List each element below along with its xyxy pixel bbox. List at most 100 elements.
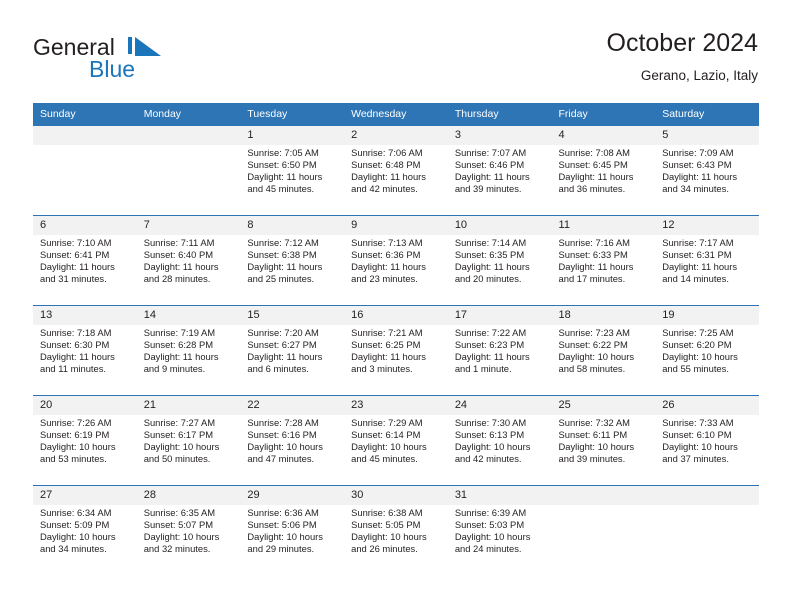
calendar-day-cell-empty [33, 125, 137, 216]
calendar-day-cell[interactable]: 16 Sunrise: 7:21 AM Sunset: 6:25 PM Dayligh… [344, 305, 448, 396]
sunset-text: Sunset: 6:43 PM [662, 159, 732, 171]
daylight-text-line1: Daylight: 11 hours [247, 171, 323, 183]
day-number: 19 [655, 306, 759, 325]
sunrise-text: Sunrise: 7:05 AM [247, 147, 319, 158]
calendar-day-cell[interactable]: 26 Sunrise: 7:33 AM Sunset: 6:10 PM Dayligh… [655, 395, 759, 486]
brand-logo[interactable]: General Blue [33, 34, 203, 84]
daylight-text-line2: and 3 minutes. [351, 363, 413, 375]
daylight-text-line2: and 36 minutes. [558, 183, 626, 195]
sunset-text: Sunset: 6:35 PM [454, 249, 525, 261]
sunrise-text: Sunrise: 6:38 AM [351, 507, 423, 518]
sunrise-text: Sunrise: 7:26 AM [40, 417, 112, 428]
calendar-day-cell[interactable]: 17 Sunrise: 7:22 AM Sunset: 6:23 PM Dayligh… [447, 305, 552, 396]
sunset-text: Sunset: 6:27 PM [247, 339, 317, 351]
calendar-day-cell[interactable]: 28 Sunrise: 6:35 AM Sunset: 5:07 PM Dayligh… [136, 485, 241, 575]
day-details: Sunrise: 7:06 AM Sunset: 6:48 PM Daylight:… [344, 145, 448, 195]
day-number: 5 [655, 126, 759, 145]
daylight-text-line1: Daylight: 10 hours [351, 441, 427, 453]
sunset-text: Sunset: 6:17 PM [143, 429, 214, 441]
calendar-day-cell[interactable]: 10 Sunrise: 7:14 AM Sunset: 6:35 PM Dayligh… [447, 215, 552, 306]
calendar-day-cell[interactable]: 4 Sunrise: 7:08 AM Sunset: 6:45 PM Daylight… [551, 125, 656, 216]
calendar-day-cell[interactable]: 7 Sunrise: 7:11 AM Sunset: 6:40 PM Daylight… [136, 215, 241, 306]
sunrise-text: Sunrise: 7:16 AM [558, 237, 630, 248]
daylight-text-line2: and 58 minutes. [558, 363, 626, 375]
sunset-text: Sunset: 6:28 PM [143, 339, 214, 351]
calendar-day-cell[interactable]: 18 Sunrise: 7:23 AM Sunset: 6:22 PM Dayligh… [551, 305, 656, 396]
calendar-day-cell-empty [551, 485, 656, 575]
daylight-text-line1: Daylight: 10 hours [454, 531, 531, 543]
sunrise-text: Sunrise: 6:35 AM [143, 507, 216, 518]
day-number: 29 [240, 486, 345, 505]
weekday-header-wednesday: Wednesday [344, 103, 448, 126]
daylight-text-line1: Daylight: 11 hours [558, 261, 634, 273]
calendar-day-cell[interactable]: 5 Sunrise: 7:09 AM Sunset: 6:43 PM Daylight… [655, 125, 759, 216]
sunrise-text: Sunrise: 7:23 AM [558, 327, 630, 338]
day-number: 27 [33, 486, 137, 505]
day-details: Sunrise: 7:07 AM Sunset: 6:46 PM Daylight:… [448, 145, 552, 195]
calendar-day-cell[interactable]: 30 Sunrise: 6:38 AM Sunset: 5:05 PM Dayligh… [344, 485, 448, 575]
calendar-day-cell-empty [136, 125, 241, 216]
sunrise-text: Sunrise: 7:33 AM [662, 417, 734, 428]
daylight-text-line1: Daylight: 11 hours [40, 351, 115, 363]
sunrise-text: Sunrise: 7:30 AM [454, 417, 527, 428]
day-details: Sunrise: 7:23 AM Sunset: 6:22 PM Daylight:… [552, 325, 656, 375]
sunset-text: Sunset: 6:13 PM [454, 429, 525, 441]
day-number: 20 [33, 396, 137, 415]
calendar-day-cell[interactable]: 25 Sunrise: 7:32 AM Sunset: 6:11 PM Dayligh… [551, 395, 656, 486]
daylight-text-line2: and 34 minutes. [40, 543, 107, 555]
day-number: 14 [136, 306, 241, 325]
day-number: 16 [344, 306, 448, 325]
day-details: Sunrise: 7:30 AM Sunset: 6:13 PM Daylight:… [448, 415, 552, 465]
calendar-day-cell[interactable]: 2 Sunrise: 7:06 AM Sunset: 6:48 PM Daylight… [344, 125, 448, 216]
calendar-day-cell[interactable]: 3 Sunrise: 7:07 AM Sunset: 6:46 PM Daylight… [447, 125, 552, 216]
daylight-text-line2: and 28 minutes. [143, 273, 211, 285]
calendar-week-row: 1 Sunrise: 7:05 AM Sunset: 6:50 PM Daylight… [33, 125, 759, 216]
calendar-day-cell[interactable]: 27 Sunrise: 6:34 AM Sunset: 5:09 PM Dayligh… [33, 485, 137, 575]
page-header: General Blue October 2024 Gerano, Lazio,… [0, 0, 792, 100]
calendar-day-cell[interactable]: 6 Sunrise: 7:10 AM Sunset: 6:41 PM Daylight… [33, 215, 137, 306]
calendar-day-cell[interactable]: 15 Sunrise: 7:20 AM Sunset: 6:27 PM Dayligh… [240, 305, 345, 396]
calendar-day-cell[interactable]: 22 Sunrise: 7:28 AM Sunset: 6:16 PM Dayligh… [240, 395, 345, 486]
calendar-day-cell[interactable]: 21 Sunrise: 7:27 AM Sunset: 6:17 PM Dayligh… [136, 395, 241, 486]
daylight-text-line1: Daylight: 10 hours [351, 531, 427, 543]
calendar-day-cell[interactable]: 1 Sunrise: 7:05 AM Sunset: 6:50 PM Daylight… [240, 125, 345, 216]
calendar-day-cell[interactable]: 8 Sunrise: 7:12 AM Sunset: 6:38 PM Daylight… [240, 215, 345, 306]
day-details: Sunrise: 7:28 AM Sunset: 6:16 PM Daylight:… [240, 415, 344, 465]
sunset-text: Sunset: 6:14 PM [351, 429, 421, 441]
daylight-text-line2: and 14 minutes. [662, 273, 729, 285]
calendar-day-cell[interactable]: 13 Sunrise: 7:18 AM Sunset: 6:30 PM Dayligh… [33, 305, 137, 396]
daylight-text-line2: and 45 minutes. [351, 453, 418, 465]
day-number: 17 [447, 306, 552, 325]
day-number: 24 [447, 396, 552, 415]
page-subtitle: Gerano, Lazio, Italy [640, 68, 758, 83]
calendar-day-cell[interactable]: 31 Sunrise: 6:39 AM Sunset: 5:03 PM Dayligh… [447, 485, 552, 575]
calendar-day-cell[interactable]: 11 Sunrise: 7:16 AM Sunset: 6:33 PM Dayligh… [551, 215, 656, 306]
daylight-text-line2: and 25 minutes. [247, 273, 315, 285]
sunset-text: Sunset: 6:40 PM [143, 249, 214, 261]
calendar-week-row: 6 Sunrise: 7:10 AM Sunset: 6:41 PM Daylight… [33, 215, 759, 306]
calendar-day-cell[interactable]: 29 Sunrise: 6:36 AM Sunset: 5:06 PM Dayligh… [240, 485, 345, 575]
calendar-day-cell[interactable]: 20 Sunrise: 7:26 AM Sunset: 6:19 PM Dayligh… [33, 395, 137, 486]
day-number: 21 [136, 396, 241, 415]
sunrise-text: Sunrise: 7:22 AM [454, 327, 527, 338]
title-block: October 2024 Gerano, Lazio, Italy [607, 28, 759, 85]
day-details: Sunrise: 6:39 AM Sunset: 5:03 PM Daylight:… [448, 505, 552, 555]
calendar-day-cell[interactable]: 14 Sunrise: 7:19 AM Sunset: 6:28 PM Dayligh… [136, 305, 241, 396]
calendar-day-cell[interactable]: 24 Sunrise: 7:30 AM Sunset: 6:13 PM Dayligh… [447, 395, 552, 486]
sunrise-text: Sunrise: 7:21 AM [351, 327, 423, 338]
calendar-day-cell[interactable]: 19 Sunrise: 7:25 AM Sunset: 6:20 PM Dayligh… [655, 305, 759, 396]
daylight-text-line2: and 34 minutes. [662, 183, 729, 195]
daylight-text-line1: Daylight: 10 hours [143, 531, 220, 543]
calendar-day-cell[interactable]: 12 Sunrise: 7:17 AM Sunset: 6:31 PM Dayligh… [655, 215, 759, 306]
weekday-header-friday: Friday [551, 103, 656, 126]
daylight-text-line2: and 32 minutes. [143, 543, 211, 555]
calendar-day-cell[interactable]: 23 Sunrise: 7:29 AM Sunset: 6:14 PM Dayligh… [344, 395, 448, 486]
daylight-text-line2: and 6 minutes. [247, 363, 309, 375]
day-details: Sunrise: 7:12 AM Sunset: 6:38 PM Daylight:… [240, 235, 344, 285]
calendar-day-cell[interactable]: 9 Sunrise: 7:13 AM Sunset: 6:36 PM Daylight… [344, 215, 448, 306]
sunrise-text: Sunrise: 7:17 AM [662, 237, 734, 248]
sunrise-text: Sunrise: 7:20 AM [247, 327, 319, 338]
daylight-text-line2: and 31 minutes. [40, 273, 107, 285]
sunrise-text: Sunrise: 7:08 AM [558, 147, 630, 158]
sunrise-text: Sunrise: 7:27 AM [143, 417, 216, 428]
